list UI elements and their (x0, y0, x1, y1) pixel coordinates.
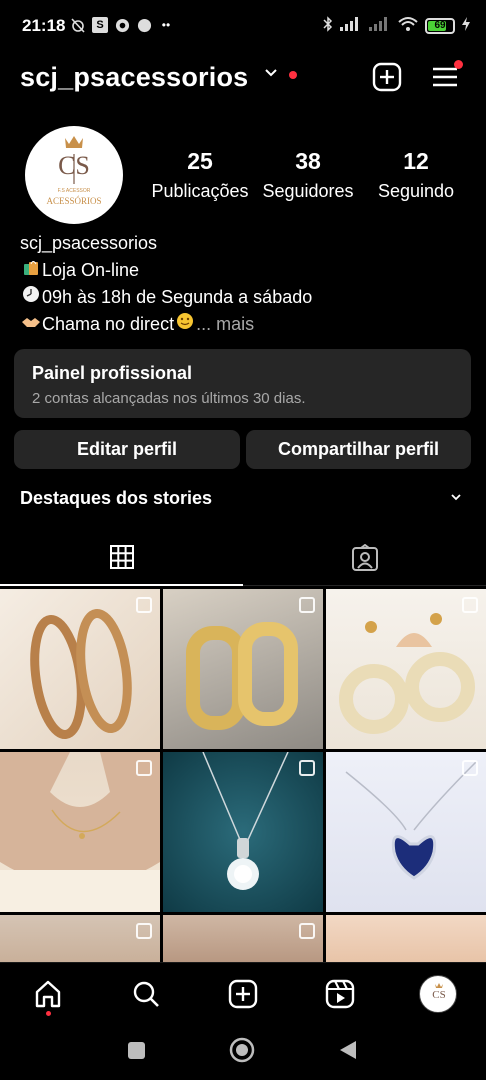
notification-dot (46, 1011, 51, 1016)
following-count: 12 (403, 148, 429, 174)
notification-dot (454, 60, 463, 69)
multiple-photos-icon (299, 597, 315, 613)
multiple-photos-icon (136, 923, 152, 939)
system-navigation-bar (0, 1022, 486, 1080)
grid-icon (109, 545, 134, 569)
post-thumbnail[interactable] (0, 915, 160, 962)
chevron-down-icon[interactable] (264, 66, 278, 85)
share-profile-button[interactable]: Compartilhar perfil (246, 430, 471, 469)
status-time: 21:18 (22, 16, 66, 35)
chevron-down-icon[interactable] (450, 490, 462, 506)
recent-apps-button[interactable] (128, 1042, 145, 1059)
charging-icon (462, 17, 470, 34)
clock-icon (20, 284, 42, 311)
search-icon (133, 981, 159, 1007)
profile-header: scj_psacessorios (0, 54, 486, 104)
brand-logo: CS F.S ACESSOR ACESSÓRIOS (46, 136, 102, 206)
new-post-button[interactable] (226, 977, 260, 1011)
bluetooth-icon (323, 16, 333, 35)
alarm-off-icon (70, 17, 86, 33)
reels-icon (325, 979, 355, 1009)
home-icon (35, 980, 61, 1008)
post-image (30, 608, 132, 740)
panel-subtitle: 2 contas alcançadas nos últimos 30 dias. (32, 390, 306, 407)
followers-stat[interactable]: 38 Seguidores (256, 148, 360, 202)
back-button[interactable] (340, 1041, 356, 1059)
handshake-icon (20, 311, 42, 338)
shopping-bags-icon (20, 257, 42, 284)
battery-level: 69 (434, 20, 446, 31)
following-label: Seguindo (377, 181, 455, 201)
followers-label: Seguidores (262, 181, 354, 201)
post-image (202, 752, 289, 890)
post-thumbnail[interactable] (326, 752, 486, 912)
post-thumbnail[interactable] (0, 589, 160, 749)
bio-line: Chama no direct ... mais (20, 311, 460, 338)
bottom-navigation: CS (0, 962, 486, 1022)
notification-dot (289, 71, 297, 79)
username-switcher[interactable]: scj_psacessorios (20, 62, 248, 93)
followers-count: 38 (295, 148, 321, 174)
app-notification-icon (136, 17, 152, 33)
add-square-icon (372, 62, 402, 92)
multiple-photos-icon (462, 597, 478, 613)
s-app-icon: S (92, 17, 108, 33)
multiple-photos-icon (136, 760, 152, 776)
post-thumbnail[interactable] (326, 915, 486, 962)
chrome-icon (114, 17, 130, 33)
posts-stat[interactable]: 25 Publicações (148, 148, 252, 202)
bio-more-link[interactable]: ... mais (196, 314, 254, 334)
status-bar: 21:18 S •• 69 (0, 0, 486, 54)
bio-line: Loja On-line (20, 257, 460, 284)
display-name: scj_psacessorios (20, 233, 158, 253)
post-image (0, 752, 160, 912)
post-thumbnail[interactable] (0, 752, 160, 912)
add-square-icon (228, 979, 258, 1009)
post-thumbnail[interactable] (163, 915, 323, 962)
brand-logo: CS (432, 983, 446, 1001)
tab-posts-grid[interactable] (0, 530, 243, 586)
post-thumbnail[interactable] (163, 589, 323, 749)
bio-line: 09h às 18h de Segunda a sábado (20, 284, 460, 311)
multiple-photos-icon (136, 597, 152, 613)
story-highlights-title[interactable]: Destaques dos stories (20, 488, 212, 509)
svg-text:ACESSÓRIOS: ACESSÓRIOS (46, 196, 101, 206)
post-image (186, 622, 298, 730)
profile-bio: scj_psacessorios Loja On-line 09h às 18h… (20, 230, 460, 338)
content-tabs (0, 530, 486, 586)
posts-label: Publicações (151, 181, 249, 201)
post-thumbnail[interactable] (163, 752, 323, 912)
profile-screen: 21:18 S •• 69 scj_psacessorios CS F.S AC… (0, 0, 486, 1080)
professional-dashboard[interactable]: Painel profissional 2 contas alcançadas … (14, 349, 471, 418)
smile-icon (174, 311, 196, 338)
signal-2-icon (369, 17, 391, 34)
wifi-icon (398, 16, 418, 35)
multiple-photos-icon (299, 923, 315, 939)
svg-text:CS: CS (432, 989, 445, 1001)
create-button[interactable] (372, 62, 402, 92)
post-thumbnail[interactable] (326, 589, 486, 749)
posts-count: 25 (187, 148, 213, 174)
tagged-user-icon (351, 543, 378, 571)
multiple-photos-icon (299, 760, 315, 776)
menu-button[interactable] (431, 60, 463, 92)
search-button[interactable] (129, 977, 163, 1011)
profile-tab-avatar[interactable]: CS (419, 975, 457, 1013)
tab-tagged[interactable] (243, 530, 486, 586)
svg-text:F.S ACESSOR: F.S ACESSOR (58, 188, 91, 194)
panel-title: Painel profissional (32, 363, 193, 383)
post-image (339, 613, 475, 734)
reels-button[interactable] (323, 977, 357, 1011)
edit-profile-button[interactable]: Editar perfil (14, 430, 240, 469)
post-image (345, 761, 477, 880)
following-stat[interactable]: 12 Seguindo (368, 148, 464, 202)
home-button[interactable] (31, 977, 65, 1011)
multiple-photos-icon (462, 760, 478, 776)
signal-icon (340, 17, 362, 34)
profile-avatar[interactable]: CS F.S ACESSOR ACESSÓRIOS (25, 126, 123, 224)
battery-icon: 69 (425, 17, 455, 34)
more-notifications-icon: •• (161, 18, 171, 32)
